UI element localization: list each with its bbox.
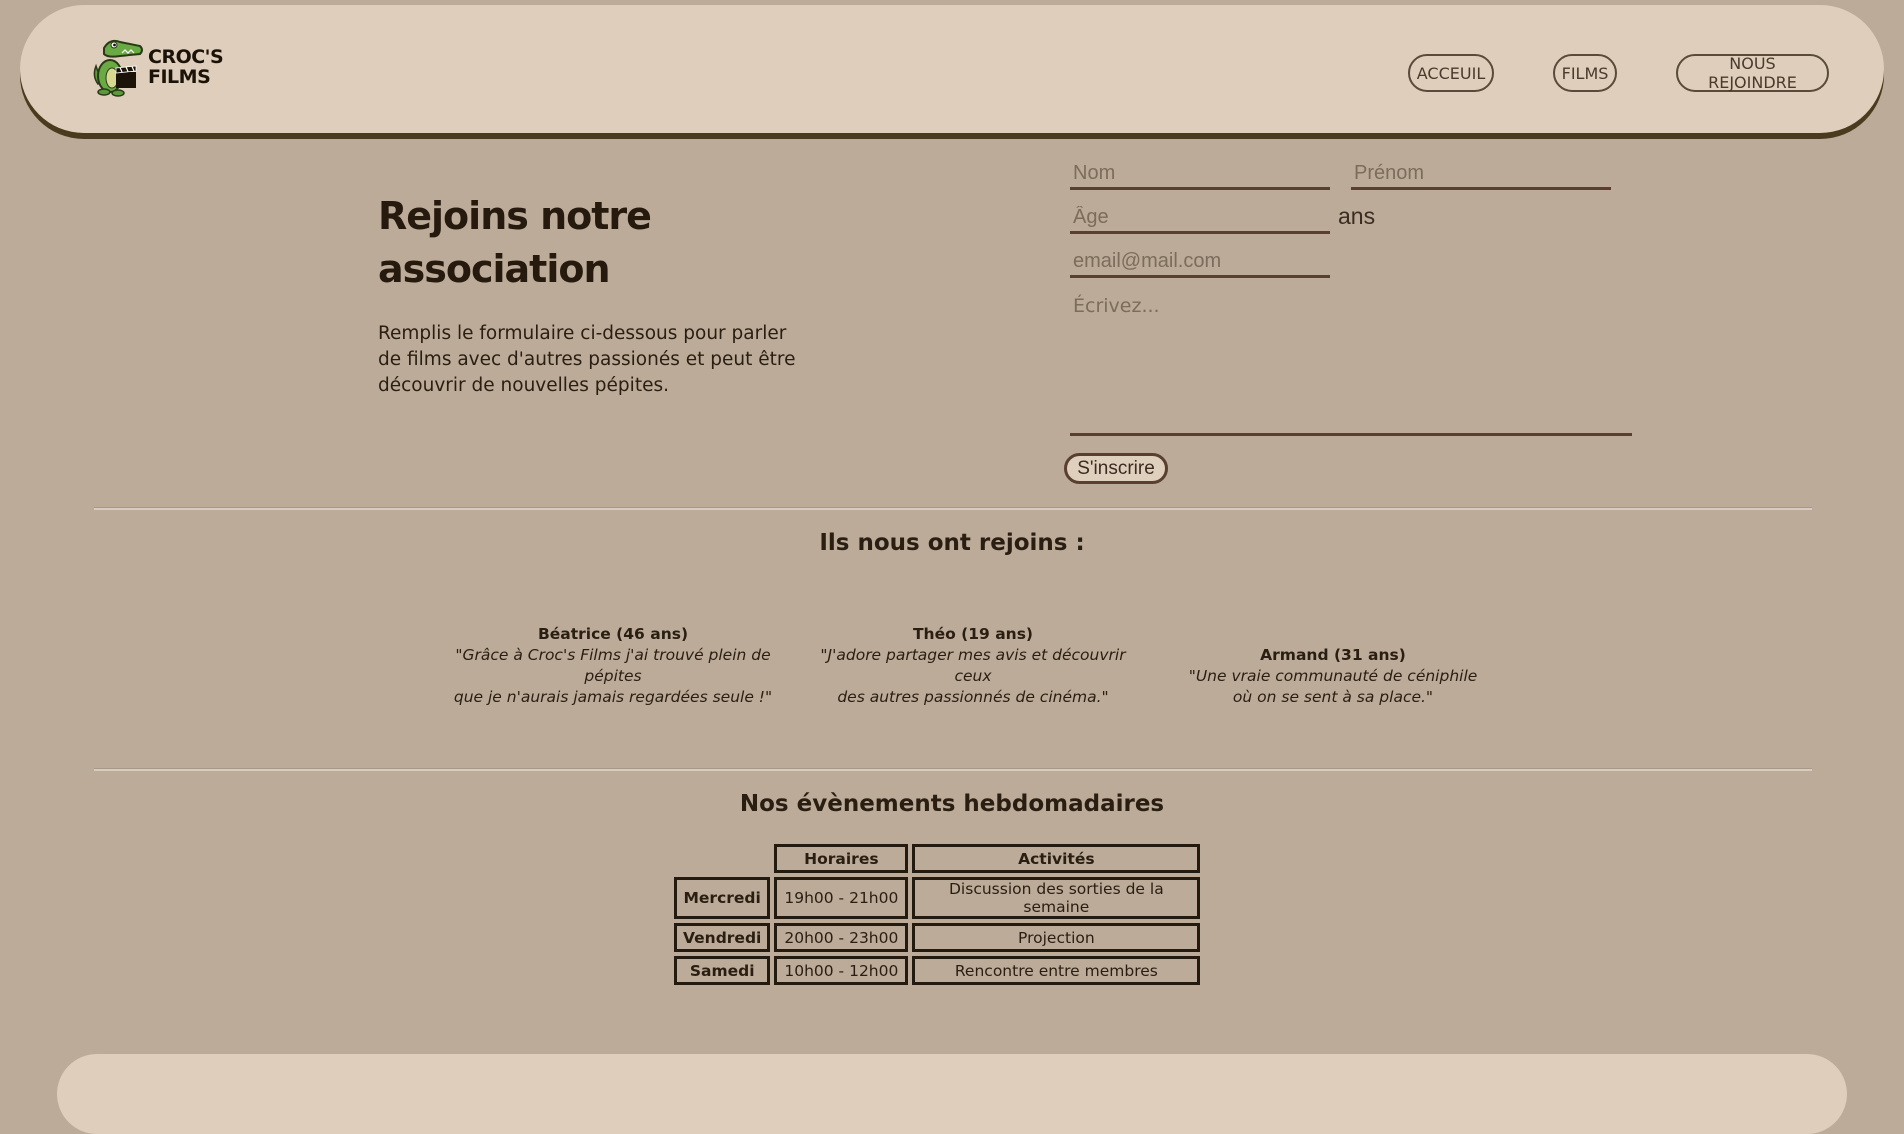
testimonial-quote: "Grâce à Croc's Films j'ai trouvé plein … xyxy=(453,646,773,706)
nom-field[interactable] xyxy=(1070,160,1330,190)
table-header-row: Horaires Activités xyxy=(674,844,1201,873)
table-cell-hours: 10h00 - 12h00 xyxy=(774,956,909,985)
testimonial-name: Béatrice (46 ans) xyxy=(537,625,689,643)
table-cell-day: Mercredi xyxy=(674,877,771,919)
prenom-field[interactable] xyxy=(1351,160,1611,190)
site-header: CROC'S FILMS ACCEUIL FILMS NOUS REJOINDR… xyxy=(20,5,1884,133)
testimonial-quote: "J'adore partager mes avis et découvrir … xyxy=(820,646,1126,706)
table-cell-hours: 20h00 - 23h00 xyxy=(774,923,909,952)
page-title: Rejoins notre association xyxy=(378,194,652,291)
table-row: Samedi 10h00 - 12h00 Rencontre entre mem… xyxy=(674,956,1201,985)
age-unit-label: ans xyxy=(1338,203,1376,229)
table-row: Mercredi 19h00 - 21h00 Discussion des so… xyxy=(674,877,1201,919)
logo-line-1: CROC'S xyxy=(148,46,224,68)
testimonial-card: Béatrice (46 ans) "Grâce à Croc's Films … xyxy=(453,624,773,708)
site-footer xyxy=(57,1054,1847,1134)
testimonials-title: Ils nous ont rejoins : xyxy=(819,530,1085,556)
table-corner-blank xyxy=(674,844,770,873)
logo-wordmark: CROC'S FILMS xyxy=(148,46,224,88)
nav-acceuil-button[interactable]: ACCEUIL xyxy=(1408,54,1494,92)
testimonial-card: Théo (19 ans) "J'adore partager mes avis… xyxy=(813,624,1133,708)
events-title: Nos évènements hebdomadaires xyxy=(739,791,1165,817)
table-cell-day: Vendredi xyxy=(674,923,771,952)
testimonial-card: Armand (31 ans) "Une vraie communauté de… xyxy=(1173,645,1493,708)
submit-button[interactable]: S'inscrire xyxy=(1064,453,1168,484)
nav-films-button[interactable]: FILMS xyxy=(1553,54,1617,92)
site-logo[interactable]: CROC'S FILMS xyxy=(90,35,240,99)
table-header-activites: Activités xyxy=(912,844,1201,873)
section-divider xyxy=(94,768,1812,771)
testimonial-quote: "Une vraie communauté de céniphile où on… xyxy=(1188,667,1478,706)
message-textarea[interactable] xyxy=(1070,291,1632,436)
table-cell-activity: Rencontre entre membres xyxy=(912,956,1201,985)
table-cell-activity: Discussion des sorties de la semaine xyxy=(912,877,1201,919)
age-field[interactable] xyxy=(1070,203,1330,234)
email-field[interactable] xyxy=(1070,247,1330,278)
logo-line-2: FILMS xyxy=(148,66,211,88)
testimonial-name: Armand (31 ans) xyxy=(1260,646,1406,664)
page-description: Remplis le formulaire ci-dessous pour pa… xyxy=(378,323,796,396)
events-table: Horaires Activités Mercredi 19h00 - 21h0… xyxy=(670,840,1204,989)
testimonial-name: Théo (19 ans) xyxy=(912,625,1034,643)
table-cell-hours: 19h00 - 21h00 xyxy=(774,877,909,919)
table-cell-activity: Projection xyxy=(912,923,1201,952)
nav-nous-rejoindre-button[interactable]: NOUS REJOINDRE xyxy=(1676,54,1829,92)
table-row: Vendredi 20h00 - 23h00 Projection xyxy=(674,923,1201,952)
table-cell-day: Samedi xyxy=(674,956,771,985)
section-divider xyxy=(94,507,1812,510)
crocodile-logo-icon xyxy=(93,39,143,97)
table-header-horaires: Horaires xyxy=(774,844,909,873)
